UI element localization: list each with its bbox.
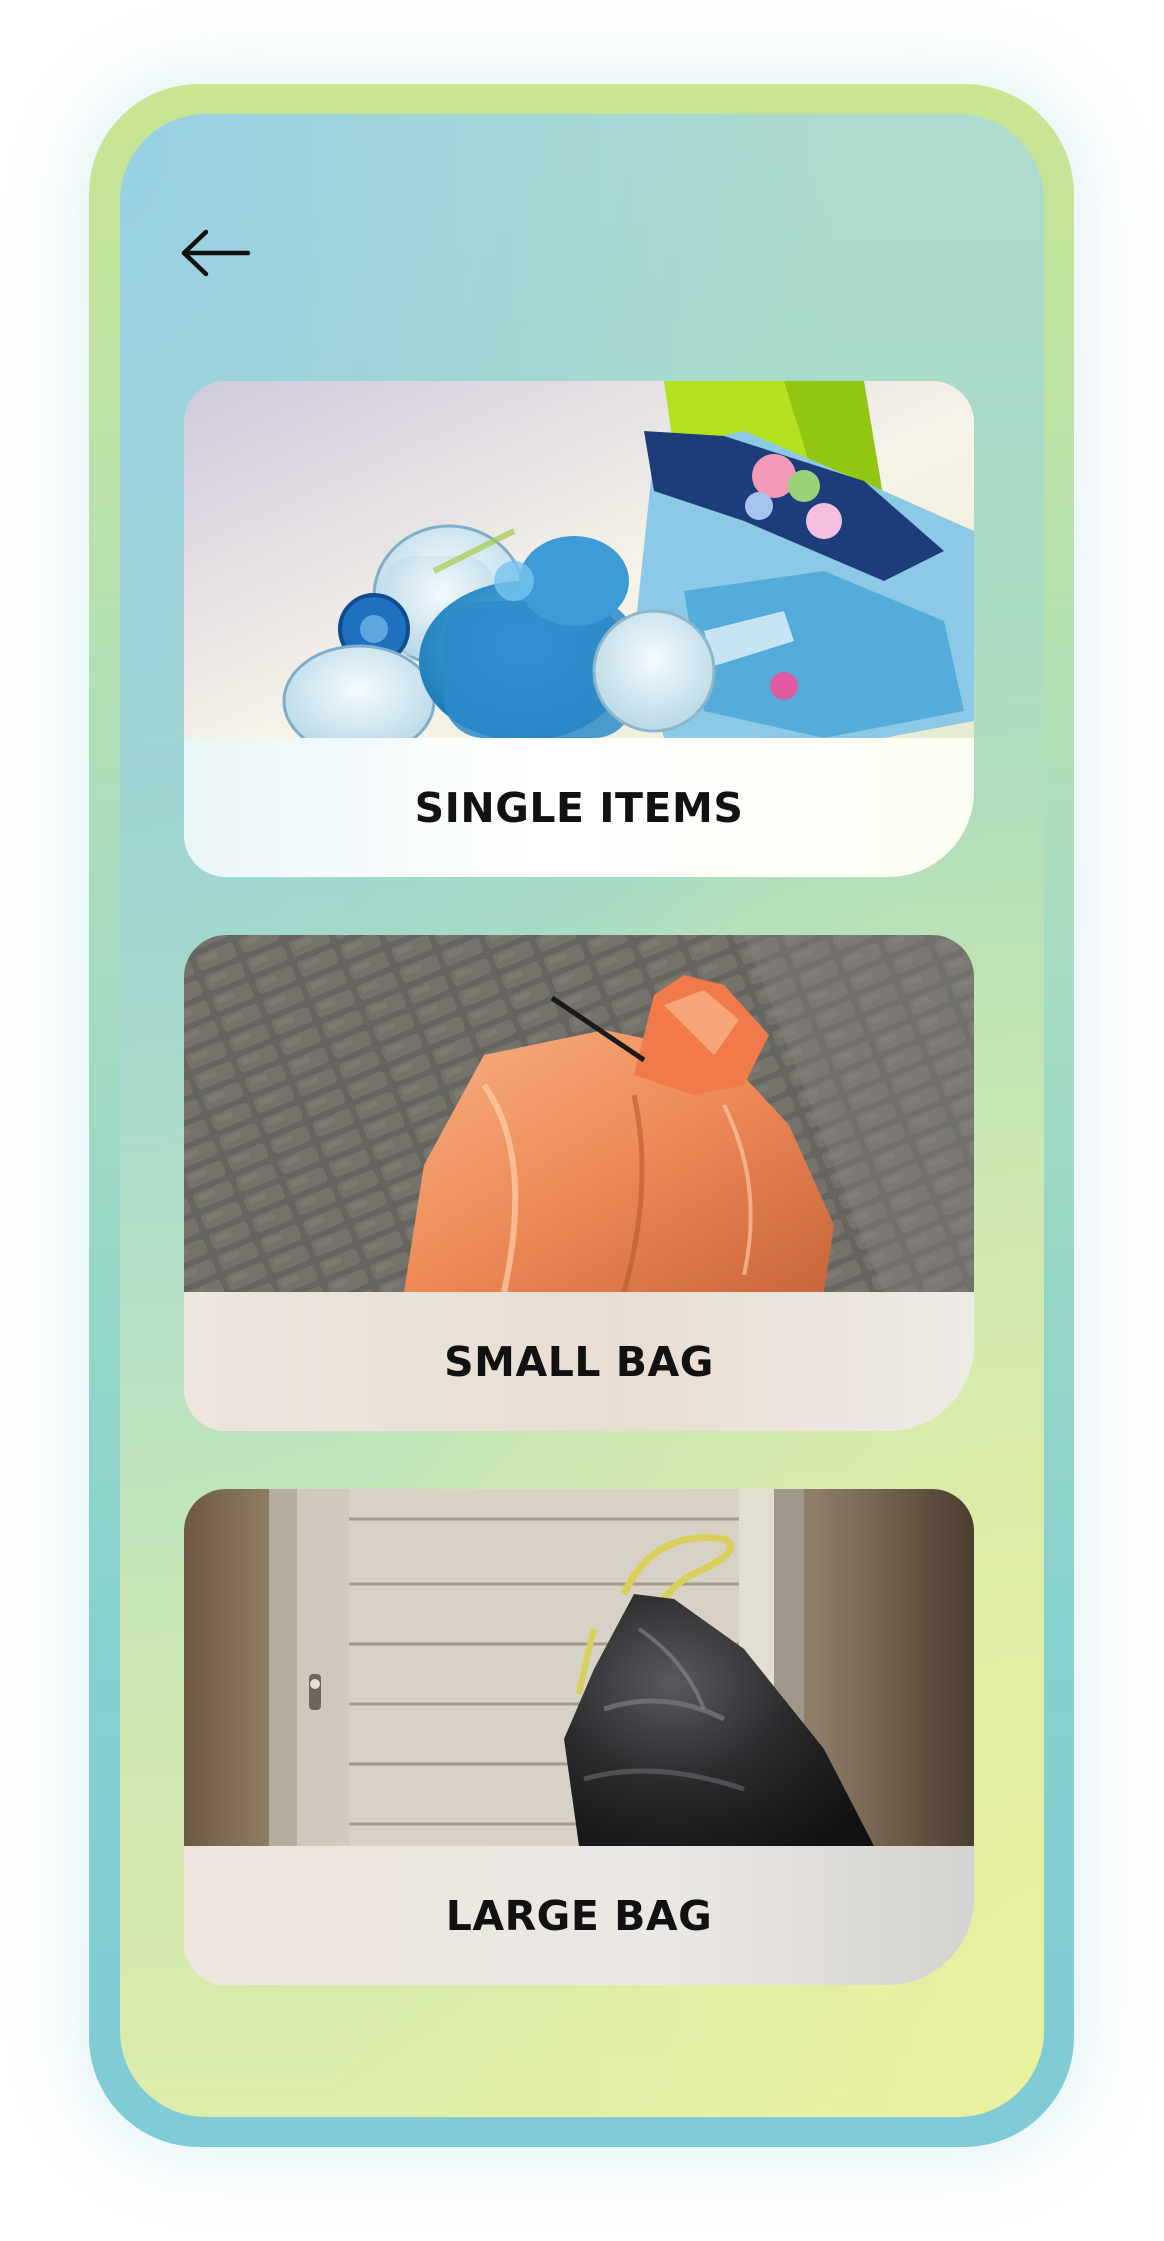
small-bag-label-area: SMALL BAG: [184, 1292, 974, 1431]
arrow-left-icon: [181, 229, 251, 277]
single-items-card[interactable]: SINGLE ITEMS: [184, 381, 974, 877]
small-bag-card[interactable]: SMALL BAG: [184, 935, 974, 1431]
large-bag-label: LARGE BAG: [445, 1891, 713, 1940]
large-bag-label-area: LARGE BAG: [184, 1846, 974, 1985]
black-trash-bag-image: [184, 1489, 974, 1846]
single-items-label: SINGLE ITEMS: [414, 783, 744, 832]
plastic-bottles-image: [184, 381, 974, 738]
large-bag-card[interactable]: LARGE BAG: [184, 1489, 974, 1985]
small-bag-label: SMALL BAG: [444, 1337, 714, 1386]
single-items-label-area: SINGLE ITEMS: [184, 738, 974, 877]
orange-trash-bag-image: [184, 935, 974, 1292]
back-button[interactable]: [178, 228, 254, 278]
app-screen: SINGLE ITEMS SMALL BAG LARGE BAG: [120, 114, 1044, 2117]
